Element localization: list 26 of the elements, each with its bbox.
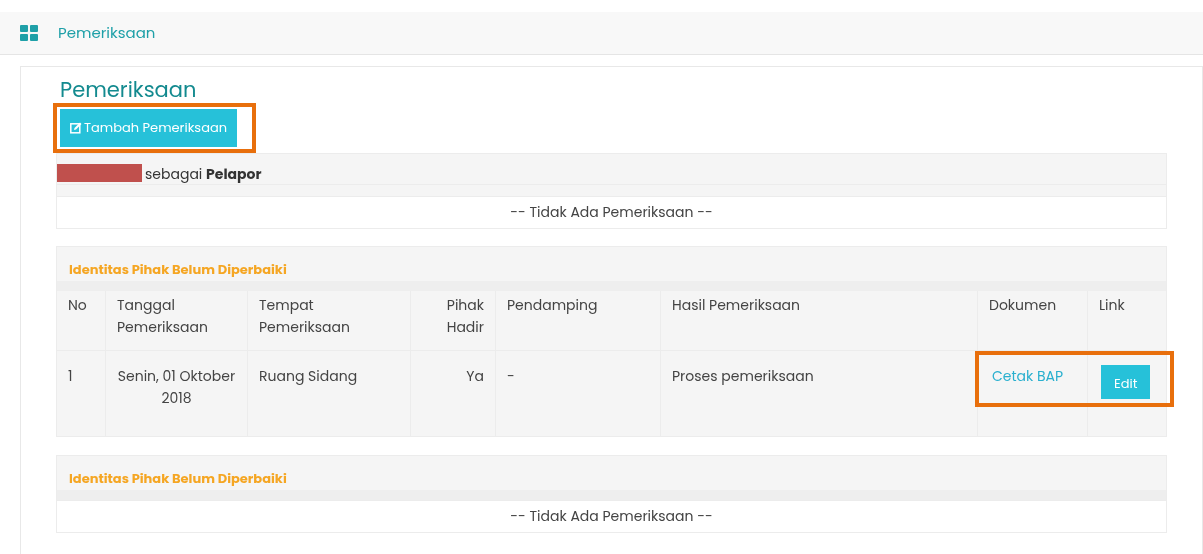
edit-icon [70,122,82,134]
breadcrumb-item[interactable]: Pemeriksaan [58,21,156,45]
page-title: Pemeriksaan [60,77,198,103]
table-cell: 1 [68,366,73,386]
table-cell: Ruang Sidang [259,366,358,386]
table-cell: Ya [466,366,484,386]
section-title: Identitas Pihak Belum Diperbaiki [69,259,287,279]
table-cell: - [507,366,515,386]
add-examination-button[interactable]: Tambah Pemeriksaan [60,109,238,147]
column-header: Pihak Hadir [446,295,484,337]
column-header: Tempat Pemeriksaan [259,295,350,337]
section-title: Identitas Pihak Belum Diperbaiki [69,468,287,488]
column-header: Dokumen [989,295,1057,315]
column-header: Tanggal Pemeriksaan [117,295,208,337]
empty-message: -- Tidak Ada Pemeriksaan -- [510,202,713,223]
edit-button[interactable]: Edit [1101,365,1151,399]
table-cell: Proses pemeriksaan [672,366,814,386]
reporter-label: sebagai Pelapor [145,163,262,185]
column-header: Link [1099,295,1125,315]
column-header: Pendamping [507,295,598,315]
grid-icon [20,25,38,41]
column-header: Hasil Pemeriksaan [672,295,801,315]
empty-message: -- Tidak Ada Pemeriksaan -- [510,506,713,527]
print-link[interactable]: Cetak BAP [992,366,1064,386]
table-cell: Senin, 01 Oktober 2018 [117,366,236,408]
column-header: No [68,295,87,315]
